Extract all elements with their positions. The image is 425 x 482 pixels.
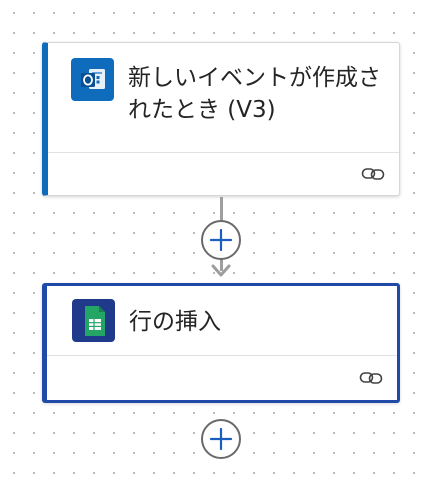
- link-icon[interactable]: [359, 371, 383, 385]
- trigger-card[interactable]: 新しいイベントが作成されたとき (V3): [42, 42, 400, 196]
- trigger-card-footer: [48, 153, 399, 195]
- action-title: 行の挿入: [129, 309, 221, 335]
- arrow-down-icon: [211, 264, 231, 277]
- trigger-card-header[interactable]: 新しいイベントが作成されたとき (V3): [48, 43, 399, 153]
- trigger-title: 新しいイベントが作成されたとき (V3): [128, 65, 381, 123]
- link-icon[interactable]: [361, 167, 385, 181]
- new-step-button[interactable]: [201, 419, 241, 459]
- flow-canvas: 新しいイベントが作成されたとき (V3) 行の挿入: [0, 0, 425, 482]
- spreadsheet-table-icon: [72, 299, 115, 342]
- action-card-footer: [47, 355, 397, 400]
- plus-icon: [209, 228, 233, 252]
- outlook-calendar-icon: [71, 58, 114, 101]
- insert-step-button[interactable]: [201, 220, 241, 260]
- action-card[interactable]: 行の挿入: [42, 283, 400, 403]
- action-card-header[interactable]: 行の挿入: [47, 286, 397, 356]
- plus-icon: [209, 427, 233, 451]
